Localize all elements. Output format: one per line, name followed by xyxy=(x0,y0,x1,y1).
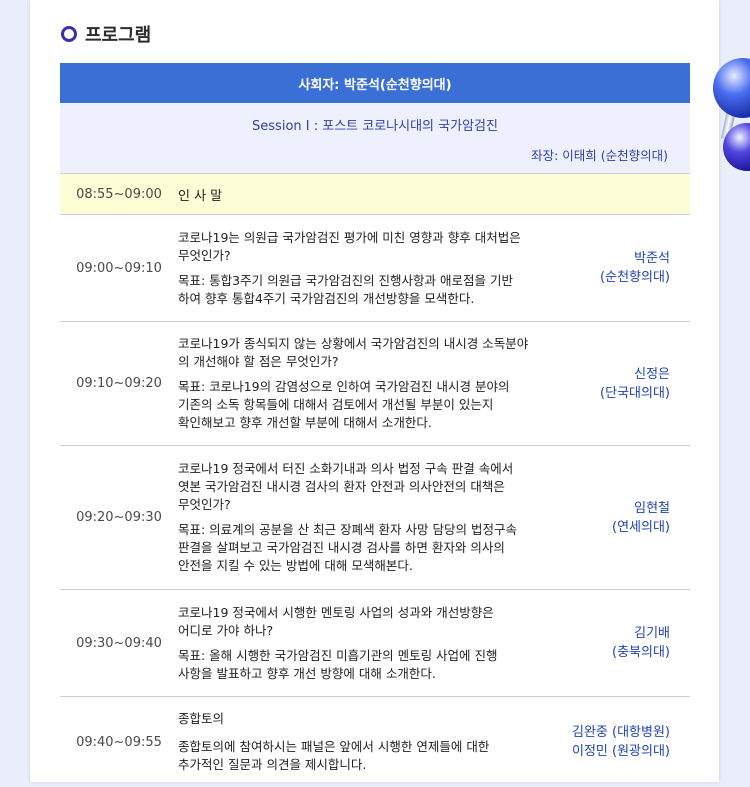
table-row: 09:40~09:55 종합토의 종합토의에 참여하시는 패널은 앞에서 시행한… xyxy=(60,697,690,787)
time-slot: 08:55~09:00 xyxy=(76,186,162,202)
lecture-content: 종합토의 종합토의에 참여하시는 패널은 앞에서 시행한 연제들에 대한 추가적… xyxy=(178,710,548,774)
lecture-content: 코로나19가 종식되지 않는 상황에서 국가암검진의 내시경 소독분야 의 개선… xyxy=(178,335,548,432)
topic-line: 코로나19 정국에서 시행한 멘토링 사업의 성과와 개선방향은 xyxy=(178,604,494,620)
speaker-affiliation: (연세의대) xyxy=(612,519,670,535)
lecture-topic: 코로나19가 종식되지 않는 상황에서 국가암검진의 내시경 소독분야 의 개선… xyxy=(178,335,548,371)
program-panel: 프로그램 사회자: 박준석(순천향의대) Session I : 포스트 코로나… xyxy=(30,0,719,782)
goal-line: 목표: 올해 시행한 국가암검진 미흡기관의 멘토링 사업에 진행 xyxy=(178,647,498,663)
circle-bullet-icon xyxy=(61,26,77,42)
lecture-topic: 종합토의 xyxy=(178,710,548,728)
speaker: 신정은 (단국대의대) xyxy=(548,365,690,403)
lecture-content: 코로나19 정국에서 시행한 멘토링 사업의 성과와 개선방향은 어디로 가야 … xyxy=(178,604,548,683)
section-title: 프로그램 xyxy=(85,25,152,46)
speaker-name: 박준석 xyxy=(634,251,670,266)
topic-line: 코로나19는 의원급 국가암검진 평가에 미친 영향과 향후 대처법은 xyxy=(178,229,521,245)
time-slot: 09:30~09:40 xyxy=(76,635,162,651)
topic-line: 어디로 가야 하나? xyxy=(178,622,274,638)
molecule-decoration-icon xyxy=(713,58,750,171)
topic-line: 의 개선해야 할 점은 무엇인가? xyxy=(178,354,339,369)
lecture-goal: 목표: 코로나19의 감염성으로 인하여 국가암검진 내시경 분야의 기존의 소… xyxy=(178,378,548,432)
program-table: 사회자: 박준석(순천향의대) Session I : 포스트 코로나시대의 국… xyxy=(60,63,690,787)
table-row: 09:30~09:40 코로나19 정국에서 시행한 멘토링 사업의 성과와 개… xyxy=(60,590,690,697)
topic-line: 코로나19가 종식되지 않는 상황에서 국가암검진의 내시경 소독분야 xyxy=(178,336,529,351)
goal-line: 하여 향후 통합4주기 국가암검진의 개선방향을 모색한다. xyxy=(178,290,475,306)
lecture-goal: 목표: 의료계의 공분을 산 최근 장폐색 환자 사망 담당의 법정구속 판결을… xyxy=(178,521,548,575)
topic-line: 코로나19 정국에서 터진 소화기내과 의사 법정 구속 판결 속에서 xyxy=(178,461,514,476)
goal-line: 목표: 통합3주기 의원급 국가암검진의 진행사항과 애로점을 기반 xyxy=(178,272,514,288)
lecture-goal: 종합토의에 참여하시는 패널은 앞에서 시행한 연제들에 대한 추가적인 질문과… xyxy=(178,738,548,774)
goal-line: 판결을 살펴보고 국가암검진 내시경 검사를 하면 환자와 의사의 xyxy=(178,540,505,555)
goal-line: 확인해보고 향후 개선할 부분에 대해서 소개한다. xyxy=(178,415,432,430)
speaker: 김완중 (대항병원) 이정민 (원광의대) xyxy=(548,723,690,761)
time-slot: 09:20~09:30 xyxy=(76,510,162,525)
goal-line: 목표: 의료계의 공분을 산 최근 장폐색 환자 사망 담당의 법정구속 xyxy=(178,522,517,537)
lecture-content: 코로나19 정국에서 터진 소화기내과 의사 법정 구속 판결 속에서 엿본 국… xyxy=(178,460,548,575)
time-slot: 09:10~09:20 xyxy=(76,376,162,391)
speaker: 임현철 (연세의대) xyxy=(548,499,690,537)
speaker-name: 이정민 (원광의대) xyxy=(572,744,670,759)
topic-line: 무엇인가? xyxy=(178,497,231,512)
goal-line: 종합토의에 참여하시는 패널은 앞에서 시행한 연제들에 대한 xyxy=(178,739,490,754)
table-row: 09:10~09:20 코로나19가 종식되지 않는 상황에서 국가암검진의 내… xyxy=(60,322,690,446)
section-heading: 프로그램 xyxy=(61,22,151,46)
session-title: Session I : 포스트 코로나시대의 국가암검진 xyxy=(252,119,498,134)
topic-line: 종합토의 xyxy=(178,711,225,726)
speaker: 박준석 (순천향의대) xyxy=(548,249,690,287)
lecture-topic: 코로나19는 의원급 국가암검진 평가에 미친 영향과 향후 대처법은 무엇인가… xyxy=(178,229,548,265)
speaker-affiliation: (순천향의대) xyxy=(600,270,670,285)
goal-line: 안전을 지킬 수 있는 방법에 대해 모색해본다. xyxy=(178,558,413,573)
speaker: 김기배 (충북의대) xyxy=(548,624,690,662)
lecture-goal: 목표: 통합3주기 의원급 국가암검진의 진행사항과 애로점을 기반 하여 향후… xyxy=(178,272,548,308)
goal-line: 목표: 코로나19의 감염성으로 인하여 국가암검진 내시경 분야의 xyxy=(178,379,510,394)
topic-line: 무엇인가? xyxy=(178,247,231,263)
speaker-name: 신정은 xyxy=(634,366,670,382)
goal-line: 추가적인 질문과 의견을 제시합니다. xyxy=(178,757,367,772)
goal-line: 기존의 소독 항목들에 대해서 검토에서 개선될 부분이 있는지 xyxy=(178,397,494,412)
speaker-affiliation: (충북의대) xyxy=(612,645,670,660)
table-row: 09:00~09:10 코로나19는 의원급 국가암검진 평가에 미친 영향과 … xyxy=(60,215,690,322)
lecture-topic: 코로나19 정국에서 시행한 멘토링 사업의 성과와 개선방향은 어디로 가야 … xyxy=(178,604,548,640)
greeting-row: 08:55~09:00 인 사 말 xyxy=(60,174,690,215)
moderator-bar: 사회자: 박준석(순천향의대) xyxy=(60,63,690,103)
session-chair: 좌장: 이태희 (순천향의대) xyxy=(531,148,668,163)
topic-line: 엿본 국가암검진 내시경 검사의 환자 안전과 의사안전의 대책은 xyxy=(178,479,505,494)
time-slot: 09:40~09:55 xyxy=(76,734,162,750)
lecture-topic: 코로나19 정국에서 터진 소화기내과 의사 법정 구속 판결 속에서 엿본 국… xyxy=(178,460,548,514)
table-row: 09:20~09:30 코로나19 정국에서 터진 소화기내과 의사 법정 구속… xyxy=(60,446,690,590)
time-slot: 09:00~09:10 xyxy=(76,260,162,276)
session-header: Session I : 포스트 코로나시대의 국가암검진 좌장: 이태희 (순천… xyxy=(60,103,690,174)
speaker-name: 김완중 (대항병원) xyxy=(572,725,670,740)
goal-line: 사항을 발표하고 향후 개선 방향에 대해 소개한다. xyxy=(178,665,436,681)
speaker-name: 임현철 xyxy=(634,500,670,516)
speaker-affiliation: (단국대의대) xyxy=(600,385,670,401)
speaker-name: 김기배 xyxy=(634,626,670,641)
greeting-text: 인 사 말 xyxy=(178,188,223,204)
lecture-goal: 목표: 올해 시행한 국가암검진 미흡기관의 멘토링 사업에 진행 사항을 발표… xyxy=(178,647,548,683)
lecture-content: 코로나19는 의원급 국가암검진 평가에 미친 영향과 향후 대처법은 무엇인가… xyxy=(178,229,548,308)
